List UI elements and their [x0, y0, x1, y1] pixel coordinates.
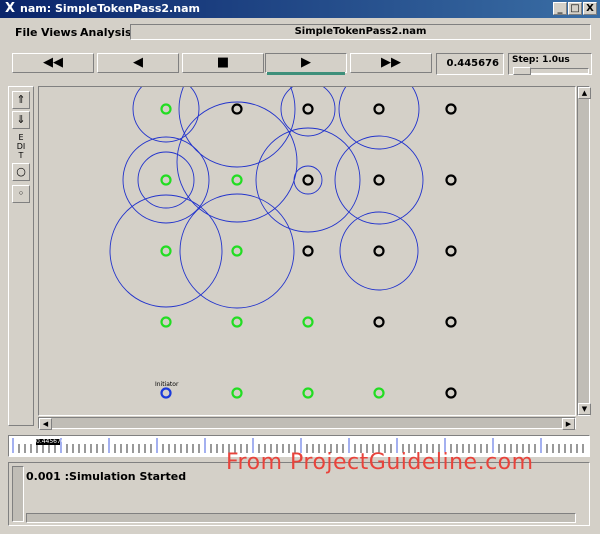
edit-label: EDIT — [16, 133, 26, 160]
range-circle — [293, 165, 323, 195]
x-logo-icon: X — [4, 1, 16, 16]
fast-forward-button[interactable]: ▶▶ — [350, 53, 432, 73]
menu-analysis[interactable]: Analysis — [80, 26, 132, 39]
range-circle — [179, 193, 295, 309]
range-circle — [176, 101, 298, 223]
node-n21[interactable] — [231, 387, 243, 399]
zoom-out-icon[interactable]: ⇓ — [12, 111, 30, 129]
menu-views[interactable]: Views — [41, 26, 77, 39]
node-n11[interactable] — [231, 245, 243, 257]
node-n3[interactable] — [373, 103, 385, 115]
range-circle — [280, 87, 336, 137]
node-n7[interactable] — [302, 174, 314, 186]
range-circle — [178, 87, 296, 168]
scroll-down-icon[interactable]: ▼ — [578, 403, 591, 415]
edit-toolbar: ⇑ ⇓ EDIT ○ ◦ — [8, 86, 34, 426]
transmission-ranges — [109, 87, 424, 309]
node-tool-icon[interactable]: ○ — [12, 163, 30, 181]
node-n24[interactable] — [445, 387, 457, 399]
step-control: Step: 1.0us — [508, 53, 592, 75]
canvas-horizontal-scrollbar[interactable]: ◀ ▶ — [38, 417, 576, 430]
range-circle — [122, 136, 210, 224]
node-n2[interactable] — [302, 103, 314, 115]
initiator-label: Initiator — [155, 381, 179, 388]
node-n15[interactable] — [160, 316, 172, 328]
node-n17[interactable] — [302, 316, 314, 328]
output-horizontal-scrollbar[interactable] — [26, 513, 576, 523]
close-button[interactable]: X — [583, 2, 597, 15]
node-n14[interactable] — [445, 245, 457, 257]
step-back-button[interactable]: ◀ — [97, 53, 179, 73]
node-n5[interactable] — [160, 174, 172, 186]
zoom-in-icon[interactable]: ⇑ — [12, 91, 30, 109]
step-slider-thumb[interactable] — [513, 67, 531, 75]
range-circle — [109, 194, 223, 308]
watermark: From ProjectGuideline.com — [226, 450, 534, 475]
time-slider-marker[interactable]: 0.445676 — [36, 439, 65, 445]
node-n13[interactable] — [373, 245, 385, 257]
title-bar: X nam: SimpleTokenPass2.nam _ □ X — [0, 0, 600, 18]
play-active-indicator — [267, 72, 345, 75]
network-svg: Initiator — [109, 87, 457, 399]
scroll-right-icon[interactable]: ▶ — [562, 418, 575, 430]
node-n18[interactable] — [373, 316, 385, 328]
node-n4[interactable] — [445, 103, 457, 115]
play-button[interactable]: ▶ — [265, 53, 347, 73]
node-n9[interactable] — [445, 174, 457, 186]
maximize-button[interactable]: □ — [568, 2, 582, 15]
node-n0[interactable] — [160, 103, 172, 115]
node-n6[interactable] — [231, 174, 243, 186]
minimize-button[interactable]: _ — [553, 2, 567, 15]
step-label: Step: 1.0us — [512, 55, 570, 65]
canvas-vertical-scrollbar[interactable]: ▲ ▼ — [577, 86, 591, 416]
node-n12[interactable] — [302, 245, 314, 257]
range-circle — [338, 87, 420, 150]
menu-file[interactable]: File — [15, 26, 38, 39]
network-canvas[interactable]: Initiator — [38, 86, 576, 416]
node-n1[interactable] — [231, 103, 243, 115]
rewind-button[interactable]: ◀◀ — [12, 53, 94, 73]
output-message: 0.001 :Simulation Started — [26, 470, 187, 483]
node-n22[interactable] — [302, 387, 314, 399]
small-node-tool-icon[interactable]: ◦ — [12, 185, 30, 203]
node-n10[interactable] — [160, 245, 172, 257]
node-n19[interactable] — [445, 316, 457, 328]
range-circle — [255, 127, 361, 233]
stop-button[interactable]: ■ — [182, 53, 264, 73]
window-title: nam: SimpleTokenPass2.nam — [20, 2, 200, 15]
edit-mode-button[interactable]: EDIT — [12, 133, 30, 160]
scroll-up-icon[interactable]: ▲ — [578, 87, 591, 99]
node-n16[interactable] — [231, 316, 243, 328]
node-n8[interactable] — [373, 174, 385, 186]
range-circle — [137, 151, 195, 209]
output-vertical-scrollbar[interactable] — [12, 466, 24, 522]
time-display: 0.445676 — [436, 53, 504, 75]
node-n20[interactable] — [160, 387, 172, 399]
nodes-layer — [160, 103, 457, 399]
filename-display: SimpleTokenPass2.nam — [130, 24, 591, 40]
node-n23[interactable] — [373, 387, 385, 399]
scroll-left-icon[interactable]: ◀ — [39, 418, 52, 430]
